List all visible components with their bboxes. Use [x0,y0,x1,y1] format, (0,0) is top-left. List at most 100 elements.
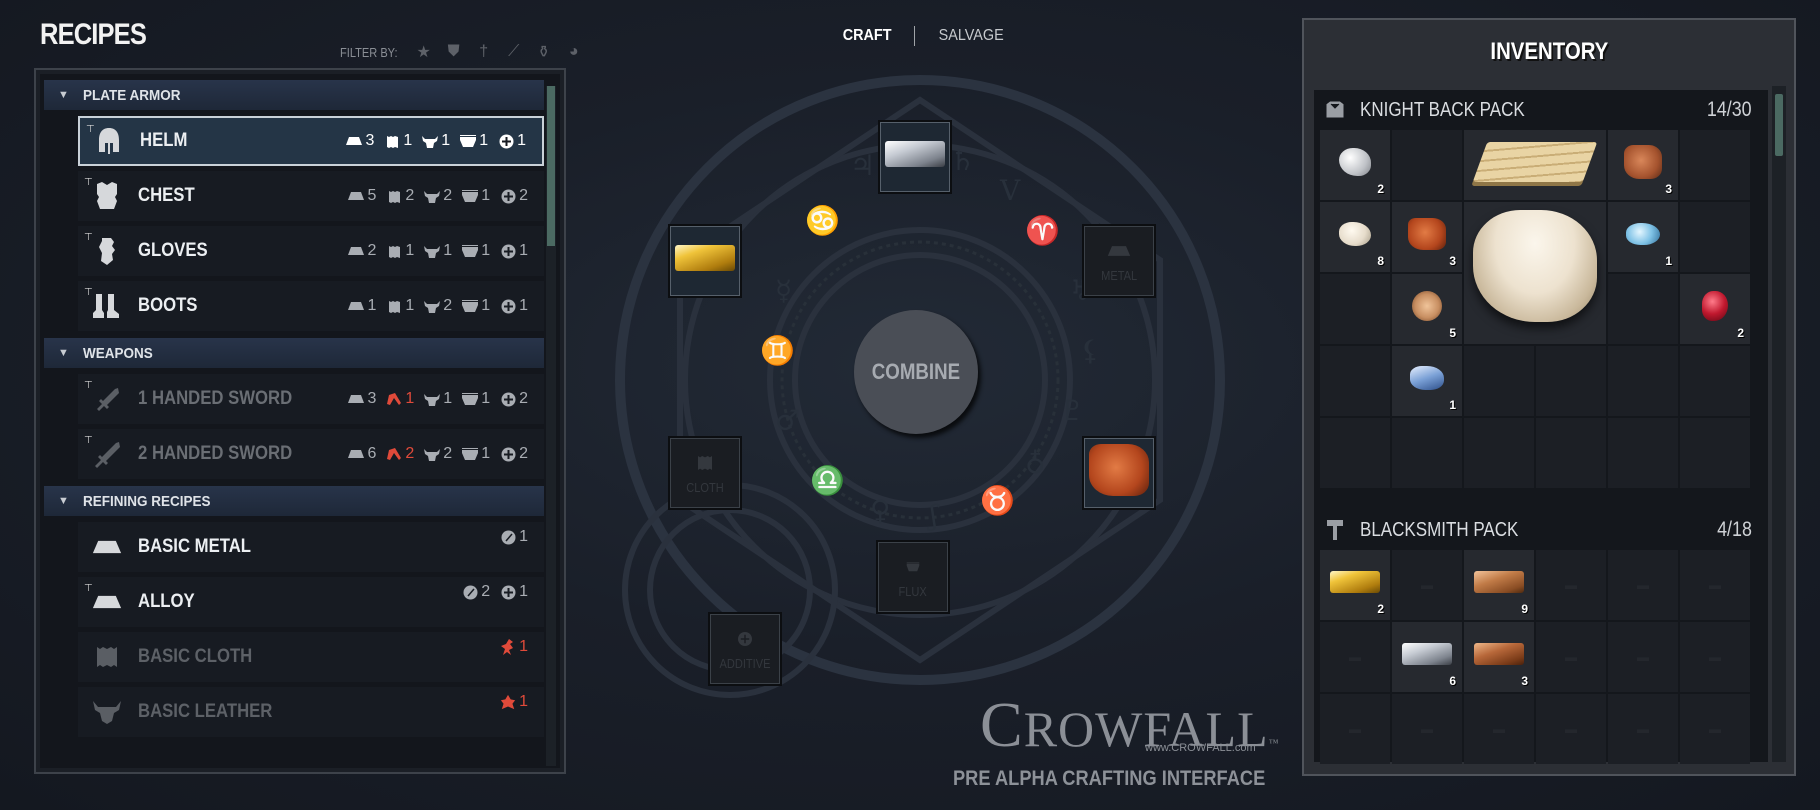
inventory-slot-empty[interactable] [1680,202,1750,272]
recipe-row-2-handed-sword[interactable]: ⊤ 2 HANDED SWORD 6 2 2 1 2 [78,429,544,479]
inventory-slot-empty[interactable] [1320,418,1390,488]
recipe-row-1-handed-sword[interactable]: ⊤ 1 HANDED SWORD 3 1 1 1 2 [78,374,544,424]
inventory-slot-empty[interactable] [1608,346,1678,416]
collapse-caret-icon[interactable]: ▼ [58,495,69,507]
requirement-qty: 3 [365,132,375,149]
recipe-row-boots[interactable]: ⊤ BOOTS 1 1 2 1 1 [78,281,544,331]
recipe-row-chest[interactable]: ⊤ CHEST 5 2 2 1 2 [78,171,544,221]
inventory-slot-empty[interactable]: ▬ [1392,550,1462,620]
collapse-caret-icon[interactable]: ▼ [58,347,69,359]
recipes-scrollbar[interactable] [546,86,556,766]
requirement-hilt: 2 [386,445,414,463]
inventory-slot-empty[interactable]: ▬ [1680,694,1750,764]
inventory-slot-empty[interactable] [1536,418,1606,488]
flux-icon [460,134,477,148]
tab-craft[interactable]: CRAFT [843,27,892,45]
craftable-hammer-icon: ⊤ [86,124,95,135]
requirement-qty: 2 [443,297,453,314]
inventory-slot-empty[interactable] [1536,346,1606,416]
inventory-slot-empty[interactable]: ▬ [1608,550,1678,620]
requirement-qty: 1 [481,390,491,407]
ingredient-slot-bottom[interactable]: FLUX [876,540,950,614]
craftable-hammer-icon: ⊤ [84,583,93,594]
inventory-slot-ruby[interactable]: 2 [1680,274,1750,344]
ingredient-slot-upper-left[interactable] [668,224,742,298]
potion-filter-icon[interactable]: ⚱ [536,44,552,61]
metal-placeholder-icon: ▬ [1637,722,1649,736]
category-header-weapons[interactable]: ▼ WEAPONS [44,338,544,368]
metal-placeholder-icon: ▬ [1349,650,1361,664]
ore-icon [500,530,516,544]
chest-armor-filter-icon[interactable]: ⛊ [446,43,462,60]
chest-icon [92,181,122,211]
combine-button[interactable]: COMBINE [854,310,978,434]
requirement-cloth: 1 [386,297,414,315]
inventory-slot-empty[interactable] [1320,274,1390,344]
svg-text:♊: ♊ [760,334,795,367]
inventory-slot-wood-log[interactable]: 5 [1392,274,1462,344]
ingredient-slot-top[interactable] [878,120,952,194]
recipe-row-gloves[interactable]: ⊤ GLOVES 2 1 1 1 1 [78,226,544,276]
category-header-refining-recipes[interactable]: ▼ REFINING RECIPES [44,486,544,516]
sword-filter-icon[interactable]: † [476,43,492,60]
inventory-slot-wood-planks[interactable] [1464,130,1606,200]
inventory-slot-empty[interactable]: ▬ [1680,550,1750,620]
resource-filter-icon[interactable]: ◕ [566,43,582,60]
inventory-slot-red-hide[interactable]: 3 [1392,202,1462,272]
tab-salvage[interactable]: SALVAGE [939,27,1004,45]
recipe-row-basic-cloth[interactable]: BASIC CLOTH 1 [78,632,544,682]
inventory-slot-copper-ingot[interactable]: 3 [1464,622,1534,692]
flux-icon [462,299,479,313]
ingredient-slot-upper-right[interactable]: METAL [1082,224,1156,298]
inventory-slot-empty[interactable]: ▬ [1464,694,1534,764]
inventory-slot-empty[interactable]: ▬ [1392,694,1462,764]
ingredient-slot-lower-right[interactable] [1082,436,1156,510]
inventory-slot-empty[interactable] [1392,130,1462,200]
inventory-slot-empty[interactable] [1320,346,1390,416]
inventory-slot-large-stone[interactable] [1464,202,1606,344]
inventory-slot-empty[interactable] [1608,274,1678,344]
inventory-scrollbar-thumb[interactable] [1775,94,1783,156]
inventory-slot-empty[interactable]: ▬ [1320,694,1390,764]
inventory-slot-empty[interactable] [1464,346,1534,416]
inventory-slot-cream-rock[interactable]: 8 [1320,202,1390,272]
metal-placeholder-icon: ▬ [1637,578,1649,592]
star-filter-icon[interactable]: ★ [416,44,432,61]
inventory-slot-light-hide[interactable]: 3 [1608,130,1678,200]
inventory-slot-white-rock[interactable]: 2 [1320,130,1390,200]
collapse-caret-icon[interactable]: ▼ [58,89,69,101]
requirement-qty: 2 [405,187,415,204]
inventory-slot-silver-ingot[interactable]: 6 [1392,622,1462,692]
inventory-slot-empty[interactable]: ▬ [1536,694,1606,764]
inventory-slot-lapis-stone[interactable]: 1 [1392,346,1462,416]
inventory-slot-empty[interactable] [1392,418,1462,488]
ingredient-slot-lower-left[interactable]: CLOTH [668,436,742,510]
recipe-row-basic-metal[interactable]: BASIC METAL 1 [78,522,544,572]
inventory-slot-empty[interactable] [1680,130,1750,200]
inventory-slot-blue-gem[interactable]: 1 [1608,202,1678,272]
inventory-scrollbar[interactable] [1772,86,1786,762]
category-header-plate-armor[interactable]: ▼ PLATE ARMOR [44,80,544,110]
requirement-qty: 2 [481,583,491,600]
inventory-slot-empty[interactable]: ▬ [1536,622,1606,692]
recipe-row-basic-leather[interactable]: BASIC LEATHER 1 [78,687,544,737]
inventory-slot-empty[interactable]: ▬ [1608,622,1678,692]
inventory-slot-gold-ingot[interactable]: 2 [1320,550,1390,620]
inventory-slot-empty[interactable] [1680,346,1750,416]
inventory-slot-empty[interactable] [1464,418,1534,488]
bronze-ingot-icon [1474,570,1524,593]
recipes-scrollbar-thumb[interactable] [547,86,555,246]
cloth-icon [384,134,400,148]
tool-filter-icon[interactable]: ⟋ [506,43,522,60]
recipe-row-helm[interactable]: ⊤ HELM 3 1 1 1 1 [78,116,544,166]
inventory-slot-empty[interactable]: ▬ [1680,622,1750,692]
inventory-slot-empty[interactable] [1608,418,1678,488]
inventory-slot-empty[interactable]: ▬ [1608,694,1678,764]
inventory-slot-bronze-ingot[interactable]: 9 [1464,550,1534,620]
recipe-row-alloy[interactable]: ⊤ ALLOY 2 1 [78,577,544,627]
inventory-slot-empty[interactable] [1680,418,1750,488]
ingredient-slot-additive[interactable]: ADDITIVE [708,612,782,686]
gold-ingot-icon [1330,570,1380,593]
inventory-slot-empty[interactable]: ▬ [1536,550,1606,620]
inventory-slot-empty[interactable]: ▬ [1320,622,1390,692]
